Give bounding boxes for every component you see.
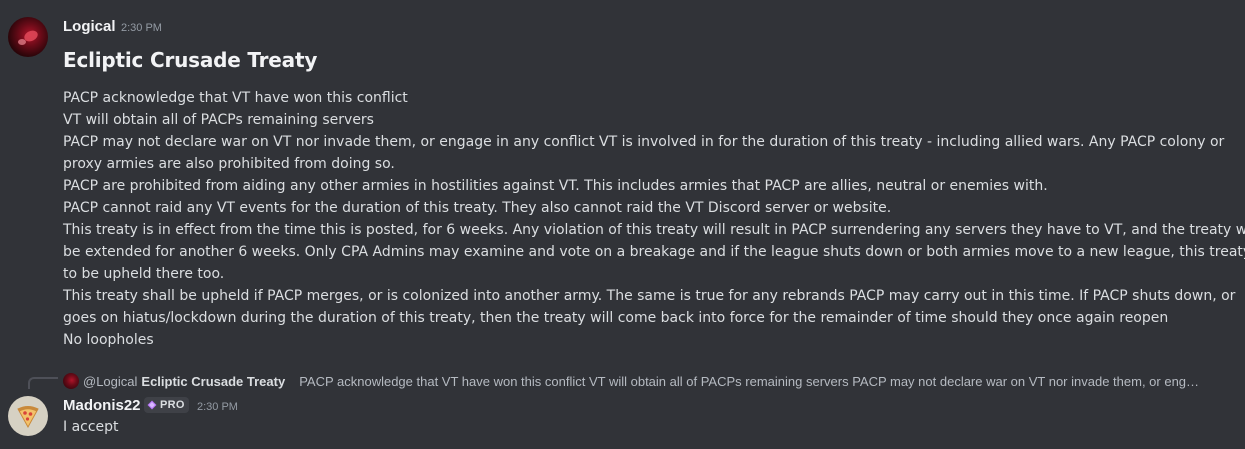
message-line: PACP are prohibited from aiding any othe… — [63, 178, 1048, 194]
username[interactable]: Madonis22 — [63, 397, 141, 414]
pro-badge: PRO — [144, 397, 189, 413]
reply-connector — [28, 377, 58, 389]
reply-snippet: PACP acknowledge that VT have won this c… — [299, 373, 1200, 389]
message-line: goes on hiatus/lockdown during the durat… — [63, 310, 1169, 326]
message-line: proxy armies are also prohibited from do… — [63, 156, 395, 172]
message-line: This treaty is in effect from the time t… — [63, 222, 1245, 238]
message-line: This treaty shall be upheld if PACP merg… — [63, 288, 1236, 304]
pizza-icon — [17, 406, 39, 429]
pro-badge-label: PRO — [160, 399, 185, 411]
reply-mention[interactable]: @Logical — [83, 374, 137, 389]
reply-avatar — [63, 373, 79, 389]
message-text: I accept — [63, 419, 119, 435]
avatar[interactable] — [8, 396, 48, 436]
message-line: No loopholes — [63, 332, 154, 348]
message-line: PACP cannot raid any VT events for the d… — [63, 200, 892, 216]
username[interactable]: Logical — [63, 18, 116, 35]
message-line: be extended for another 6 weeks. Only CP… — [63, 244, 1245, 260]
message-line: PACP acknowledge that VT have won this c… — [63, 90, 408, 106]
timestamp: 2:30 PM — [121, 22, 162, 34]
reply-title: Ecliptic Crusade Treaty — [141, 373, 286, 389]
message-heading: Ecliptic Crusade Treaty — [63, 48, 318, 72]
reply-preview[interactable]: @Logical Ecliptic Crusade Treaty PACP ac… — [63, 372, 1233, 390]
nitro-gem-icon — [147, 400, 157, 410]
message-line: VT will obtain all of PACPs remaining se… — [63, 112, 374, 128]
avatar[interactable] — [8, 17, 48, 57]
timestamp: 2:30 PM — [197, 401, 238, 413]
message-body: PACP acknowledge that VT have won this c… — [63, 87, 1245, 351]
message-line: to be upheld there too. — [63, 266, 225, 282]
message-line: PACP may not declare war on VT nor invad… — [63, 134, 1225, 150]
